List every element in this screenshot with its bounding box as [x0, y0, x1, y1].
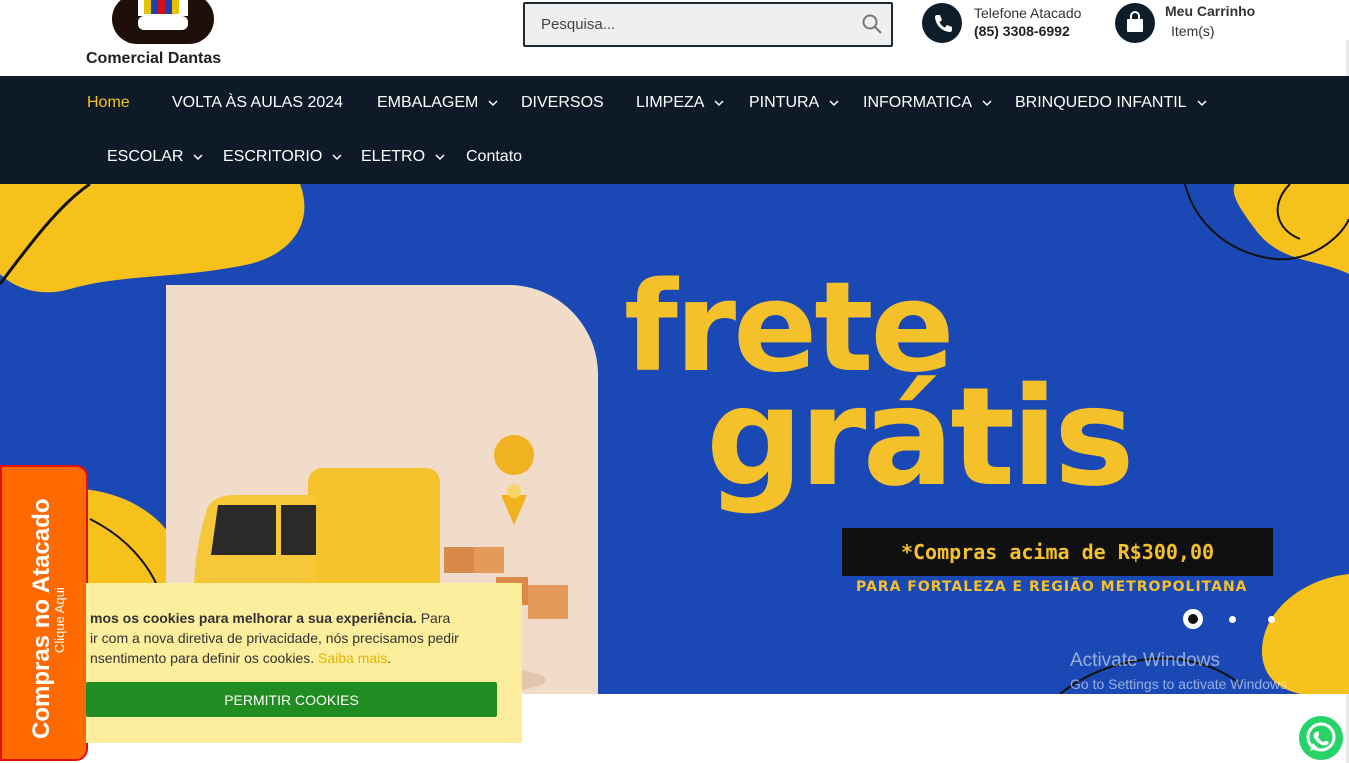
shopping-bag-icon: [1115, 3, 1155, 43]
cookie-message-end: .: [387, 650, 392, 666]
cookie-consent-banner: mos os cookies para melhorar a sua exper…: [86, 583, 522, 743]
nav-item-label: BRINQUEDO INFANTIL: [1015, 94, 1187, 111]
nav-item-embalagem[interactable]: EMBALAGEM: [377, 91, 498, 115]
chevron-down-icon: [193, 154, 203, 161]
wholesale-phone[interactable]: Telefone Atacado (85) 3308-6992: [922, 3, 1102, 43]
allow-cookies-button[interactable]: PERMITIR COOKIES: [86, 682, 497, 717]
slider-dot-3[interactable]: [1268, 616, 1275, 623]
side-tab-subtitle: Clique Aqui: [52, 587, 67, 653]
search-icon[interactable]: [861, 13, 883, 35]
slider-dot-active-marker: [1188, 614, 1198, 624]
nav-item-label: Contato: [466, 148, 523, 165]
nav-item-label: Home: [87, 94, 130, 111]
cookie-message-bold: mos os cookies para melhorar a sua exper…: [90, 610, 417, 626]
phone-label: Telefone Atacado: [974, 5, 1082, 21]
logo[interactable]: Comercial Dantas: [86, 0, 246, 70]
hero-headline-line2: grátis: [706, 359, 1135, 517]
watermark-line2: Go to Settings to activate Windows.: [1070, 676, 1291, 692]
nav-item-escritorio[interactable]: ESCRITORIO: [223, 145, 342, 169]
chevron-down-icon: [332, 154, 342, 161]
whatsapp-icon: [1306, 722, 1336, 752]
watermark-line1: Activate Windows: [1070, 650, 1220, 671]
nav-item-pintura[interactable]: PINTURA: [749, 91, 839, 115]
phone-number: (85) 3308-6992: [974, 23, 1070, 39]
search-box: [523, 2, 893, 47]
wholesale-side-tab[interactable]: Compras no Atacado Clique Aqui: [0, 465, 88, 761]
nav-item-limpeza[interactable]: LIMPEZA: [636, 91, 724, 115]
phone-icon: [922, 3, 962, 43]
logo-text: Comercial Dantas: [86, 50, 222, 67]
slider-dot-1[interactable]: [1183, 609, 1203, 629]
chevron-down-icon: [714, 100, 724, 107]
cart-button[interactable]: Meu Carrinho Item(s): [1115, 2, 1295, 43]
windows-activation-watermark: Activate Windows Go to Settings to activ…: [1070, 650, 1291, 692]
nav-item-label: PINTURA: [749, 94, 820, 111]
chevron-down-icon: [488, 100, 498, 107]
nav-item-brinquedo-infantil[interactable]: BRINQUEDO INFANTIL: [1015, 91, 1207, 115]
main-nav: Home VOLTA ÀS AULAS 2024 EMBALAGEM DIVER…: [0, 76, 1349, 184]
nav-item-label: INFORMATICA: [863, 94, 973, 111]
cart-count: Item(s): [1171, 23, 1215, 39]
promo-condition: *Compras acima de R$300,00: [842, 528, 1273, 576]
promo-region: PARA FORTALEZA E REGIÃO METROPOLITANA: [856, 579, 1248, 595]
nav-item-informatica[interactable]: INFORMATICA: [863, 91, 992, 115]
slider-dot-2[interactable]: [1229, 616, 1236, 623]
cookie-message: mos os cookies para melhorar a sua exper…: [90, 608, 522, 668]
nav-item-label: VOLTA ÀS AULAS 2024: [172, 94, 344, 111]
search-input[interactable]: [525, 4, 845, 45]
nav-item-diversos[interactable]: DIVERSOS: [521, 91, 604, 115]
logo-mark-icon: [112, 0, 214, 44]
nav-item-home[interactable]: Home: [87, 91, 130, 115]
cookie-message-area: mos os cookies para melhorar a sua exper…: [86, 583, 522, 673]
nav-item-eletro[interactable]: ELETRO: [361, 145, 445, 169]
chevron-down-icon: [1197, 100, 1207, 107]
nav-item-label: ESCRITORIO: [223, 148, 323, 165]
nav-item-contato[interactable]: Contato: [466, 145, 522, 169]
promo-text: *Compras acima de R$300,00: [900, 540, 1215, 564]
nav-item-label: ESCOLAR: [107, 148, 184, 165]
cart-label: Meu Carrinho: [1165, 3, 1256, 19]
cookie-learn-more-link[interactable]: Saiba mais: [318, 650, 387, 666]
site-header: Comercial Dantas Telefone Atacado (85) 3…: [0, 0, 1349, 76]
nav-item-label: EMBALAGEM: [377, 94, 479, 111]
nav-item-label: ELETRO: [361, 148, 426, 165]
nav-item-escolar[interactable]: ESCOLAR: [107, 145, 203, 169]
nav-item-label: LIMPEZA: [636, 94, 705, 111]
chevron-down-icon: [435, 154, 445, 161]
whatsapp-button[interactable]: [1299, 716, 1343, 760]
nav-item-volta-as-aulas[interactable]: VOLTA ÀS AULAS 2024: [172, 91, 343, 115]
nav-item-label: DIVERSOS: [521, 94, 604, 111]
chevron-down-icon: [829, 100, 839, 107]
chevron-down-icon: [982, 100, 992, 107]
